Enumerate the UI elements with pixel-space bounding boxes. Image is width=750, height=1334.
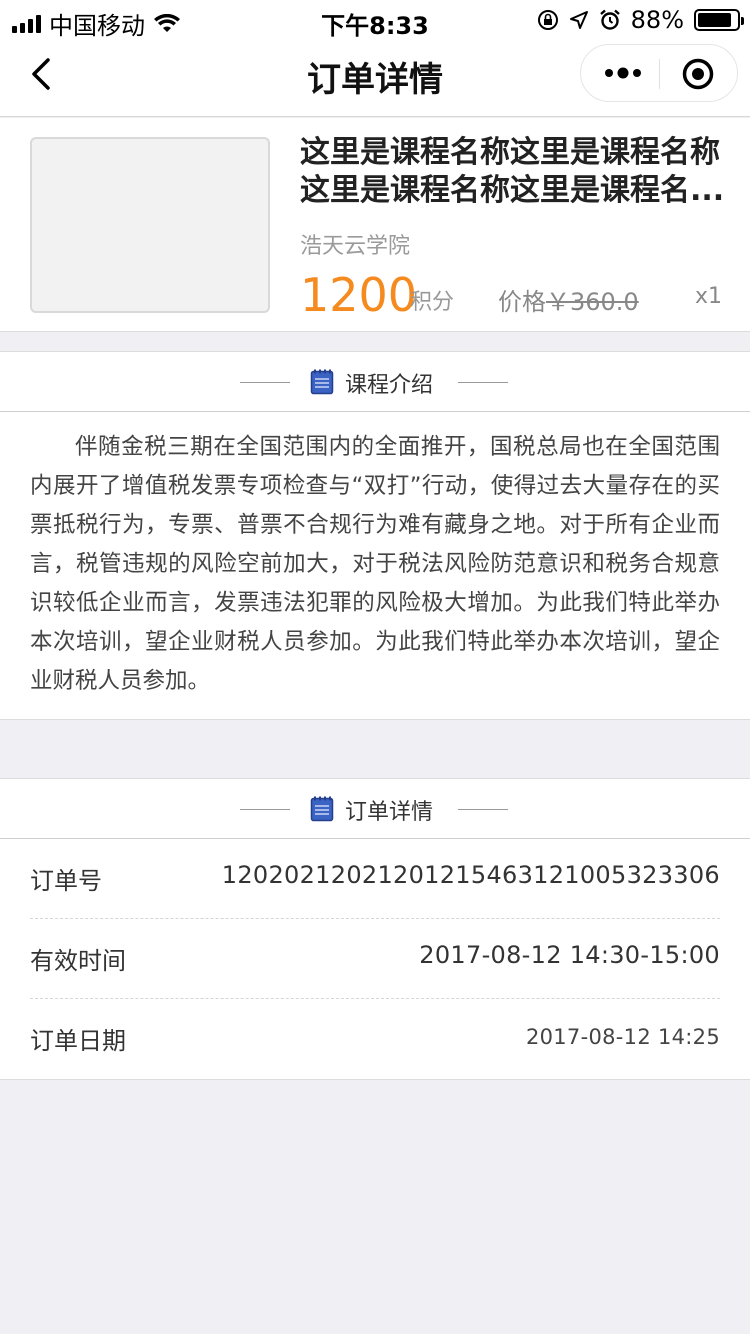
header-line-left: [240, 382, 290, 383]
price-value: ￥360.0: [546, 288, 639, 316]
battery-percent: 88%: [630, 6, 684, 34]
valid-time-label: 有效时间: [30, 947, 126, 975]
mini-program-capsule: [580, 44, 738, 102]
product-card[interactable]: 这里是课程名称这里是课程名称 这里是课程名称这里是课程名... 浩天云学院 12…: [0, 118, 750, 332]
valid-time-value: 2017-08-12 14:30-15:00: [419, 941, 720, 969]
status-bar: 中国移动 下午8:33 88%: [0, 0, 750, 40]
alarm-icon: [599, 9, 620, 30]
section-title: 订单详情: [345, 800, 434, 825]
course-name: 这里是课程名称这里是课程名称 这里是课程名称这里是课程名...: [300, 134, 725, 210]
original-price: 价格￥360.0: [498, 282, 639, 317]
order-number-value: 12020212021201215463121005323306: [221, 861, 720, 889]
course-thumbnail: [30, 137, 270, 313]
notebook-icon: [310, 796, 334, 822]
points-value: 1200: [300, 268, 418, 322]
page: 中国移动 下午8:33 88% 订单详情 这里是课程名称这里是课程名称 这里是课…: [0, 0, 750, 1334]
order-row-valid-time: 有效时间 2017-08-12 14:30-15:00: [30, 919, 720, 999]
nav-bar: 订单详情: [0, 40, 750, 117]
school-name: 浩天云学院: [300, 234, 411, 259]
more-dots-icon[interactable]: [603, 63, 643, 83]
status-right: 88%: [537, 6, 744, 34]
header-line-right: [458, 809, 508, 810]
order-number-label: 订单号: [30, 867, 102, 895]
capsule-divider: [659, 59, 660, 89]
quantity: x1: [694, 284, 722, 309]
header-line-left: [240, 809, 290, 810]
order-row-number: 订单号 12020212021201215463121005323306: [30, 839, 720, 919]
order-rows: 订单号 12020212021201215463121005323306 有效时…: [0, 839, 750, 1079]
course-name-line1: 这里是课程名称这里是课程名称: [300, 135, 720, 170]
course-name-line2: 这里是课程名称这里是课程名...: [300, 173, 725, 208]
section-title: 课程介绍: [345, 373, 434, 398]
section-header: 订单详情: [0, 779, 750, 839]
header-line-right: [458, 382, 508, 383]
order-date-label: 订单日期: [30, 1027, 126, 1055]
notebook-icon: [310, 369, 334, 395]
location-icon: [569, 11, 588, 29]
course-intro-section: 课程介绍 伴随金税三期在全国范围内的全面推开，国税总局也在全国范围内展开了增值税…: [0, 351, 750, 720]
points-unit: 积分: [410, 290, 455, 315]
battery-icon: [694, 9, 744, 31]
order-date-value: 2017-08-12 14:25: [525, 1025, 720, 1049]
order-row-date: 订单日期 2017-08-12 14:25: [30, 999, 720, 1079]
section-header: 课程介绍: [0, 352, 750, 412]
lock-rotation-icon: [537, 10, 558, 30]
battery-fill: [698, 13, 732, 27]
order-detail-section: 订单详情 订单号 1202021202120121546312100532330…: [0, 778, 750, 1080]
price-label: 价格: [498, 288, 546, 316]
course-intro-text: 伴随金税三期在全国范围内的全面推开，国税总局也在全国范围内展开了增值税发票专项检…: [30, 434, 720, 694]
target-circle-icon[interactable]: [681, 57, 715, 91]
